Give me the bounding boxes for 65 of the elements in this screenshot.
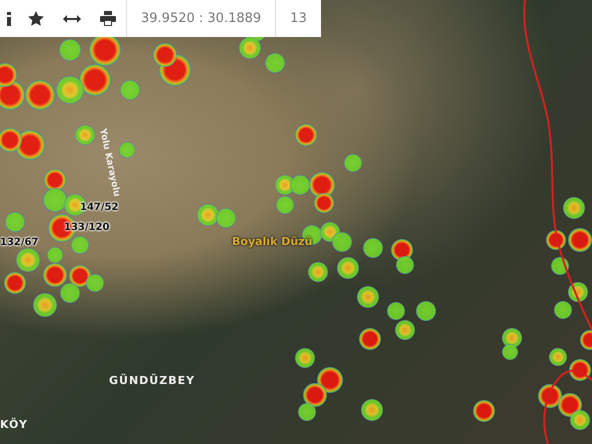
heat-spot xyxy=(387,302,405,320)
heat-spot xyxy=(551,257,569,275)
heat-spot xyxy=(569,359,591,381)
heat-spot xyxy=(361,399,383,421)
heat-spot xyxy=(120,80,140,100)
heat-spot xyxy=(276,196,294,214)
heat-spot xyxy=(359,328,381,350)
heat-spot xyxy=(314,193,334,213)
heat-spot xyxy=(563,197,585,219)
heat-spot xyxy=(295,124,317,146)
heat-spot xyxy=(344,154,362,172)
heat-spot xyxy=(570,410,590,430)
heat-spot xyxy=(69,265,91,287)
heat-spot xyxy=(290,175,310,195)
parcel-label: 132/67 xyxy=(0,238,38,248)
heat-spot xyxy=(33,293,57,317)
heat-spot xyxy=(59,39,81,61)
heat-spot xyxy=(265,53,285,73)
heat-spot xyxy=(317,367,343,393)
heat-spot xyxy=(0,128,22,152)
heat-spot xyxy=(216,208,236,228)
heat-spot xyxy=(153,43,177,67)
heat-spot xyxy=(568,228,592,252)
heat-spot xyxy=(75,125,95,145)
heat-spot xyxy=(308,262,328,282)
heat-spot xyxy=(309,172,335,198)
heat-spot xyxy=(5,212,25,232)
heat-spot xyxy=(363,238,383,258)
heat-spot xyxy=(549,348,567,366)
heat-spot xyxy=(558,393,582,417)
zoom-level: 13 xyxy=(290,10,307,28)
heat-spot xyxy=(502,328,522,348)
heat-spot xyxy=(25,80,55,110)
heat-spot xyxy=(546,230,566,250)
heat-spot xyxy=(554,301,572,319)
heat-spot xyxy=(357,286,379,308)
heat-spot xyxy=(337,257,359,279)
heat-spot xyxy=(502,344,518,360)
heat-spot xyxy=(416,301,436,321)
heat-spot xyxy=(396,256,414,274)
heat-spot xyxy=(295,348,315,368)
heat-spot xyxy=(86,274,104,292)
heat-spot xyxy=(89,34,121,66)
place-label: GÜNDÜZBEY xyxy=(109,375,196,386)
heat-spot xyxy=(580,330,592,350)
heat-spot xyxy=(239,37,261,59)
place-label: KÖY xyxy=(0,419,28,430)
heat-spot xyxy=(538,384,562,408)
heat-spot xyxy=(44,169,66,191)
heat-spot xyxy=(332,232,352,252)
heat-spot xyxy=(568,282,588,302)
heat-spot xyxy=(16,248,40,272)
heat-spot xyxy=(197,204,219,226)
heat-spot xyxy=(56,76,84,104)
heat-spot xyxy=(303,383,327,407)
coordinates-text: 39.9520 : 30.1889 xyxy=(141,10,262,28)
heat-spot xyxy=(119,142,135,158)
heat-spot xyxy=(60,283,80,303)
heat-spot xyxy=(473,400,495,422)
heat-spot xyxy=(395,320,415,340)
heat-spot xyxy=(298,403,316,421)
road-label: Yolu Karayolu xyxy=(97,128,120,198)
heat-spot xyxy=(4,272,26,294)
heat-spot xyxy=(79,64,111,96)
heat-spot xyxy=(43,188,67,212)
